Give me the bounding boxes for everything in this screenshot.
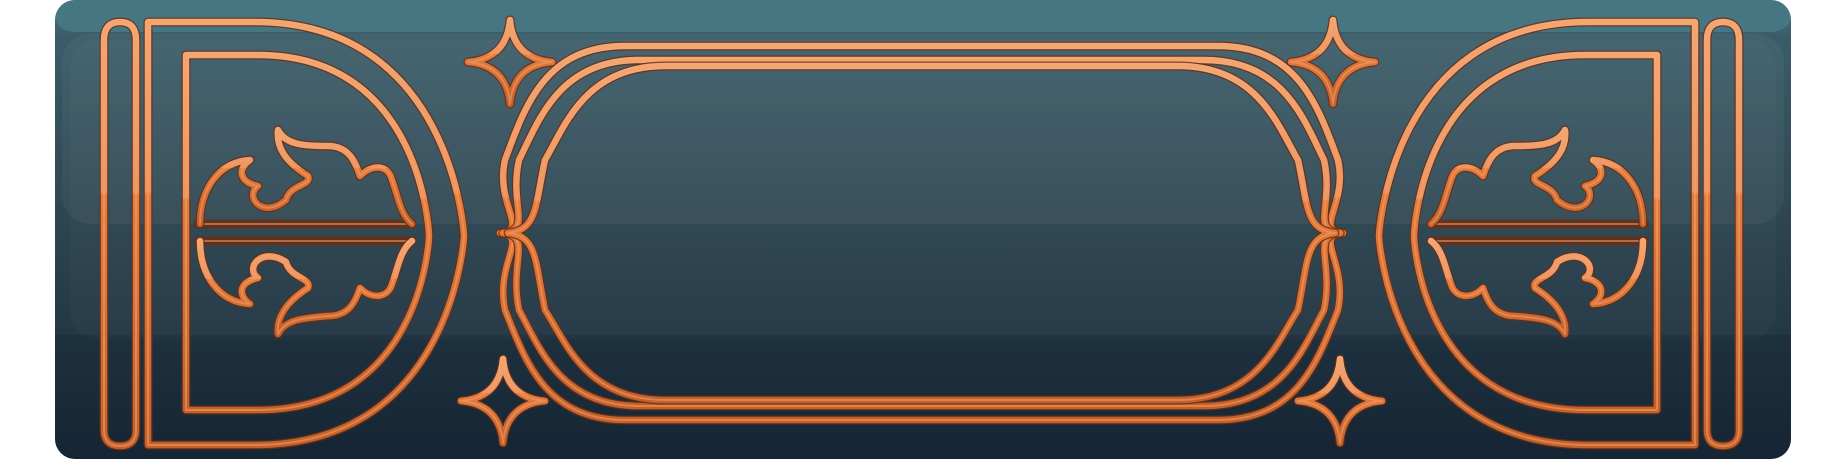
banner-stage	[0, 0, 1843, 459]
banner-panel-svg	[55, 0, 1791, 459]
